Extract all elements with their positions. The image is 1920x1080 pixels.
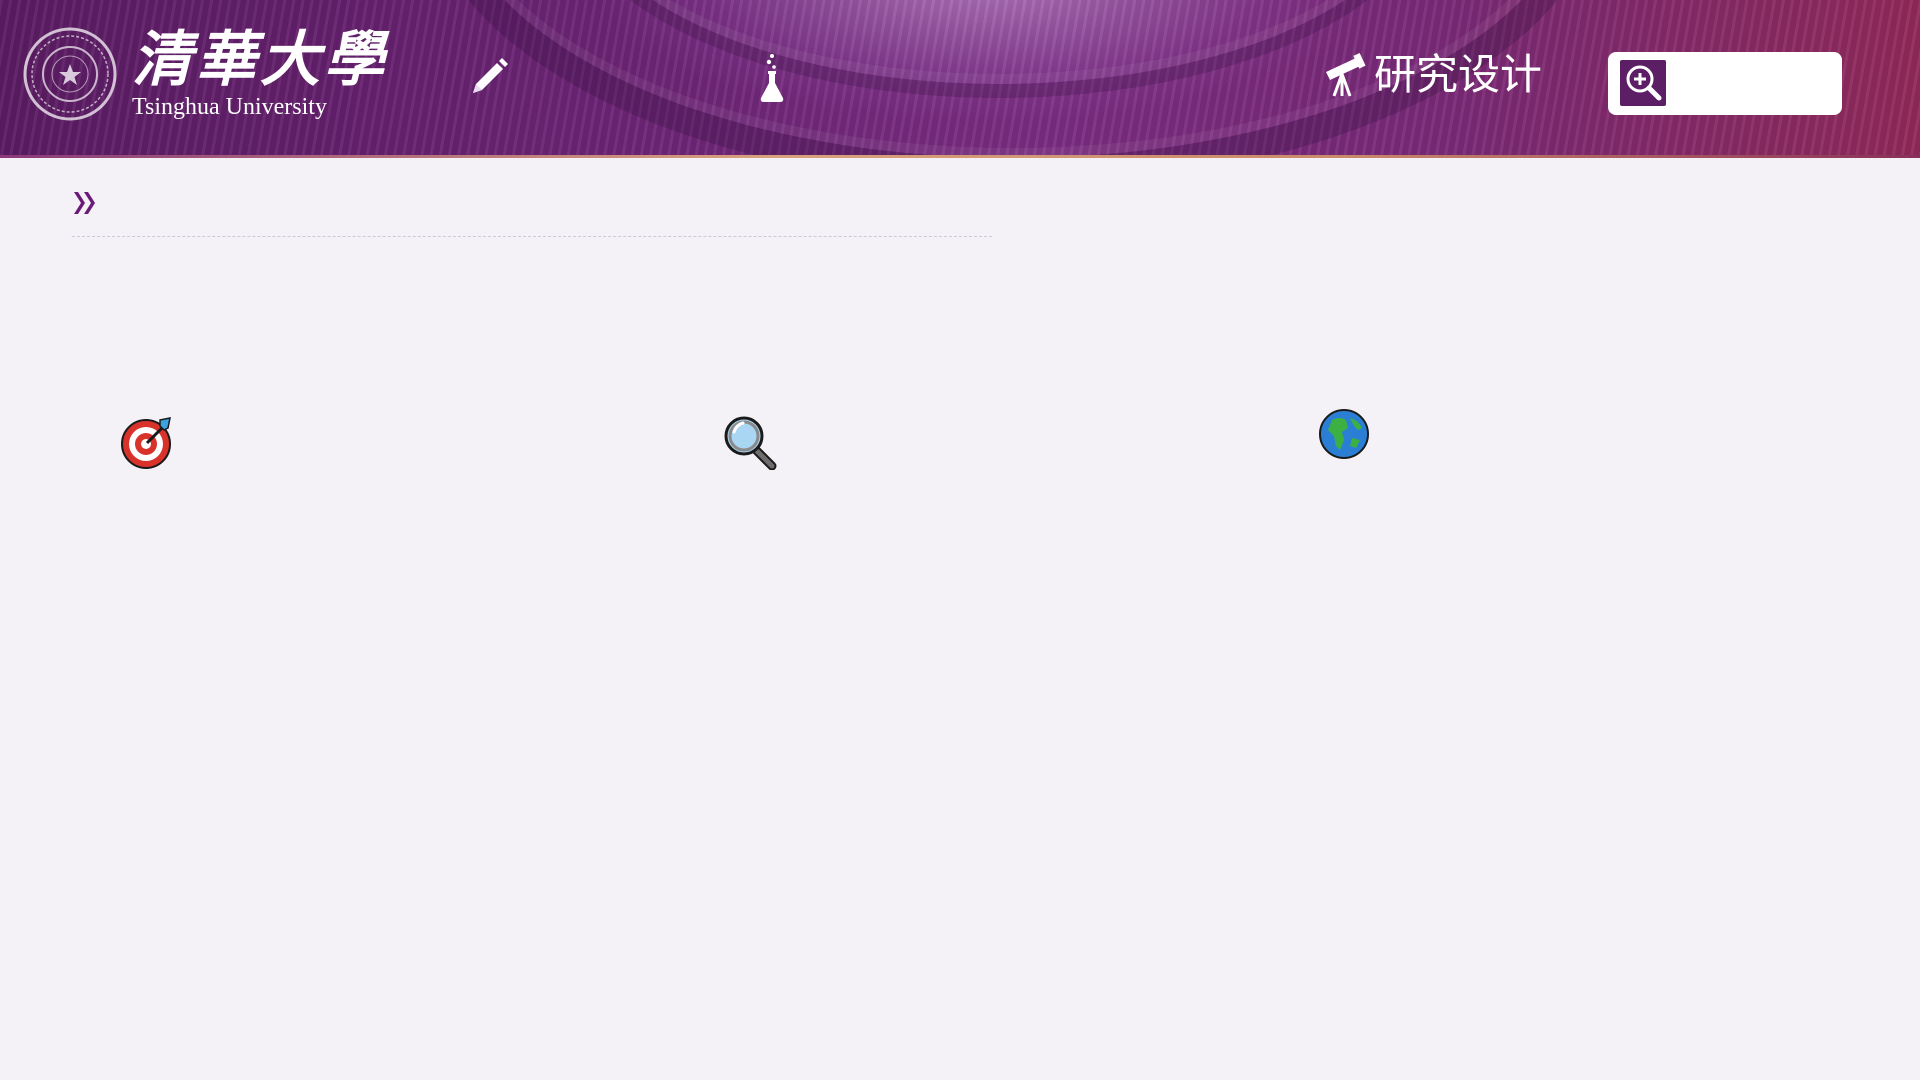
zoom-in-search-icon — [1626, 65, 1662, 101]
target-icon — [121, 417, 171, 469]
header-banner: 清華大學 Tsinghua University 研究设计 — [0, 0, 1920, 158]
double-chevron-right-icon[interactable] — [72, 186, 98, 220]
logo-name-en: Tsinghua University — [132, 94, 327, 120]
nav-research-design[interactable]: 研究设计 — [1322, 52, 1542, 98]
search-button[interactable] — [1620, 60, 1666, 106]
pencil-icon[interactable] — [467, 55, 511, 99]
search-box — [1608, 52, 1842, 115]
page: 清華大學 Tsinghua University 研究设计 — [0, 0, 1920, 1080]
tsinghua-seal-icon — [23, 27, 117, 121]
magnifier-icon — [724, 416, 777, 470]
section-header — [72, 186, 992, 237]
university-logo[interactable]: 清華大學 Tsinghua University — [22, 26, 388, 122]
nav-research-label: 研究设计 — [1374, 50, 1543, 99]
globe-icon — [1319, 409, 1369, 459]
logo-name-cn: 清華大學 — [132, 25, 388, 95]
search-input[interactable] — [1674, 60, 1834, 108]
flask-icon[interactable] — [757, 52, 787, 104]
telescope-icon — [1326, 52, 1366, 97]
